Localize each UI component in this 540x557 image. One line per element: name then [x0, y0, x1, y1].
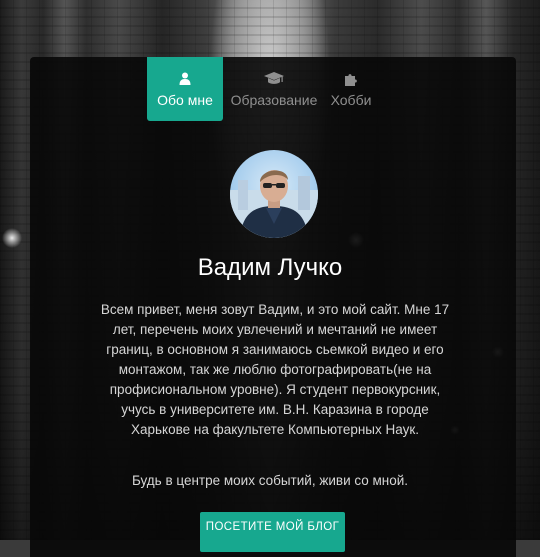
puzzle-icon	[344, 71, 358, 87]
graduation-cap-icon	[264, 71, 284, 87]
profile-name: Вадим Лучко	[197, 254, 343, 281]
tab-label: Обо мне	[157, 91, 213, 108]
bio-line: учусь в университете им. В.Н. Каразина в…	[121, 402, 429, 417]
tab-label: Хобби	[330, 91, 372, 108]
tab-bar: Обо мне Образование Хобби	[147, 57, 383, 121]
bio-line: границ, в основном я занимаюсь сьемкой в…	[106, 342, 444, 357]
bio-line: лет, перечень моих увлечений и мечтаний …	[112, 322, 438, 337]
user-icon	[179, 71, 191, 87]
bio-line: монтажом, так же люблю фотографировать(н…	[118, 362, 432, 377]
tab-about[interactable]: Обо мне	[147, 57, 223, 121]
bio-line: Харькове на факультете Компьютерных Наук…	[130, 422, 420, 437]
tab-hobby[interactable]: Хобби	[319, 57, 383, 121]
avatar	[230, 150, 318, 238]
tab-label: Образование	[230, 91, 318, 108]
bio-line: Всем привет, меня зовут Вадим, и это мой…	[100, 302, 450, 317]
profile-bio: Всем привет, меня зовут Вадим, и это мой…	[100, 300, 450, 440]
profile-motto: Будь в центре моих событий, живи со мной…	[131, 473, 409, 488]
tab-education[interactable]: Образование	[229, 57, 319, 121]
bio-line: профисиональном уровне). Я студент перво…	[109, 382, 441, 397]
visit-blog-button[interactable]: ПОСЕТИТЕ МОЙ БЛОГ	[200, 512, 345, 552]
